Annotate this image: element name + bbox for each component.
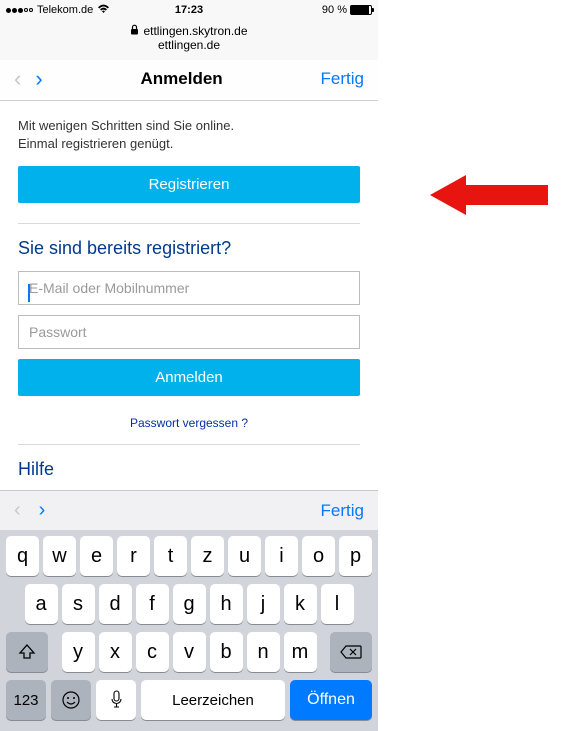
mic-key[interactable] xyxy=(96,680,136,720)
lock-icon xyxy=(130,24,139,38)
key-g[interactable]: g xyxy=(173,584,206,624)
password-field[interactable] xyxy=(18,315,360,349)
key-v[interactable]: v xyxy=(173,632,206,672)
email-field-wrap xyxy=(18,271,360,315)
url-host: ettlingen.skytron.de xyxy=(143,24,247,38)
space-key[interactable]: Leerzeichen xyxy=(141,680,285,720)
nav-back-icon[interactable]: ‹ xyxy=(14,68,21,90)
key-n[interactable]: n xyxy=(247,632,280,672)
status-time: 17:23 xyxy=(175,4,203,16)
emoji-key[interactable] xyxy=(51,680,91,720)
kb-prev-field-icon[interactable]: ‹ xyxy=(14,499,21,522)
key-h[interactable]: h xyxy=(210,584,243,624)
battery-icon xyxy=(350,5,372,15)
already-registered-title: Sie sind bereits registriert? xyxy=(18,238,360,259)
intro-line1: Mit wenigen Schritten sind Sie online. xyxy=(18,117,360,135)
nav-header: ‹ › Anmelden Fertig xyxy=(0,60,378,101)
key-f[interactable]: f xyxy=(136,584,169,624)
url-sub: ettlingen.de xyxy=(0,38,378,52)
register-button[interactable]: Registrieren xyxy=(18,166,360,203)
open-key[interactable]: Öffnen xyxy=(290,680,372,720)
nav-arrows: ‹ › xyxy=(14,68,43,90)
kb-row-3: yxcvbnm xyxy=(3,632,375,672)
forgot-password-link[interactable]: Passwort vergessen ? xyxy=(18,416,360,430)
key-d[interactable]: d xyxy=(99,584,132,624)
email-field[interactable] xyxy=(18,271,360,305)
key-q[interactable]: q xyxy=(6,536,39,576)
nav-title: Anmelden xyxy=(141,69,223,89)
kb-row-1: qwertzuiop xyxy=(3,536,375,576)
phone-frame: Telekom.de 17:23 90 % ettlingen.skytron.… xyxy=(0,0,378,731)
nav-forward-icon[interactable]: › xyxy=(35,68,42,90)
intro-text: Mit wenigen Schritten sind Sie online. E… xyxy=(18,117,360,152)
signal-dots xyxy=(6,8,33,13)
key-i[interactable]: i xyxy=(265,536,298,576)
divider-2 xyxy=(18,444,360,445)
numbers-key[interactable]: 123 xyxy=(6,680,46,720)
key-t[interactable]: t xyxy=(154,536,187,576)
key-y[interactable]: y xyxy=(62,632,95,672)
page-content: Mit wenigen Schritten sind Sie online. E… xyxy=(0,101,378,445)
key-b[interactable]: b xyxy=(210,632,243,672)
key-z[interactable]: z xyxy=(191,536,224,576)
key-r[interactable]: r xyxy=(117,536,150,576)
login-button[interactable]: Anmelden xyxy=(18,359,360,396)
divider xyxy=(18,223,360,224)
key-u[interactable]: u xyxy=(228,536,261,576)
key-x[interactable]: x xyxy=(99,632,132,672)
key-w[interactable]: w xyxy=(43,536,76,576)
help-heading: Hilfe xyxy=(0,459,378,480)
kb-next-field-icon[interactable]: › xyxy=(39,499,46,522)
keyboard-toolbar: ‹ › Fertig xyxy=(0,490,378,530)
carrier-label: Telekom.de xyxy=(37,4,93,16)
key-o[interactable]: o xyxy=(302,536,335,576)
key-s[interactable]: s xyxy=(62,584,95,624)
wifi-icon xyxy=(97,4,110,17)
kb-row-2: asdfghjkl xyxy=(3,584,375,624)
kb-nav-arrows: ‹ › xyxy=(14,499,45,522)
kb-done-button[interactable]: Fertig xyxy=(321,501,364,521)
callout-arrow xyxy=(430,173,550,222)
backspace-key[interactable] xyxy=(330,632,372,672)
status-right: 90 % xyxy=(322,4,372,16)
key-a[interactable]: a xyxy=(25,584,58,624)
kb-row-4: 123 Leerzeichen Öffnen xyxy=(3,680,375,720)
battery-pct: 90 % xyxy=(322,4,347,16)
key-k[interactable]: k xyxy=(284,584,317,624)
status-left: Telekom.de xyxy=(6,4,110,17)
key-p[interactable]: p xyxy=(339,536,372,576)
intro-line2: Einmal registrieren genügt. xyxy=(18,135,360,153)
status-bar: Telekom.de 17:23 90 % xyxy=(0,0,378,20)
key-e[interactable]: e xyxy=(80,536,113,576)
nav-done-button[interactable]: Fertig xyxy=(321,69,364,89)
key-c[interactable]: c xyxy=(136,632,169,672)
url-bar: ettlingen.skytron.de ettlingen.de xyxy=(0,20,378,60)
shift-key[interactable] xyxy=(6,632,48,672)
keyboard: qwertzuiop asdfghjkl yxcvbnm 123 Leerzei… xyxy=(0,530,378,731)
key-l[interactable]: l xyxy=(321,584,354,624)
key-j[interactable]: j xyxy=(247,584,280,624)
key-m[interactable]: m xyxy=(284,632,317,672)
text-cursor xyxy=(28,284,30,302)
